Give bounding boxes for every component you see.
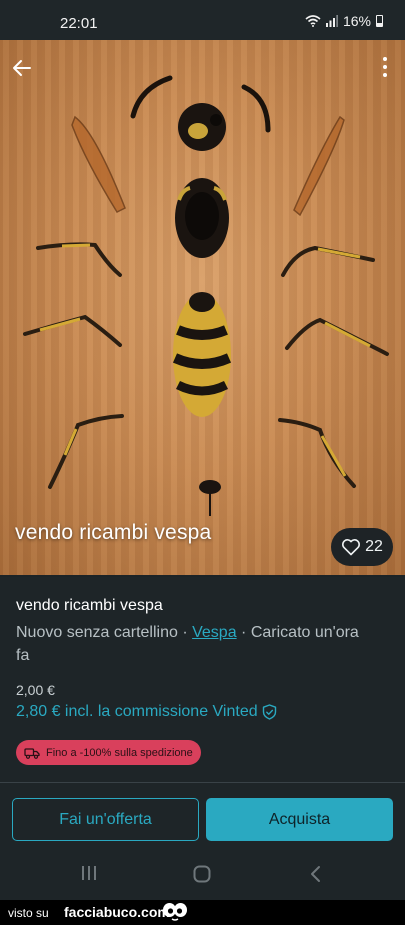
buy-button[interactable]: Acquista [206,798,393,841]
item-details: vendo ricambi vespa Nuovo senza cartelli… [0,577,405,782]
like-count: 22 [365,538,383,555]
watermark-prefix: visto su [8,906,49,920]
shield-check-icon [262,704,276,720]
price-with-fee[interactable]: 2,80 € incl. la commissione Vinted [16,703,277,721]
status-time: 22:01 [60,15,98,32]
like-button[interactable]: 22 [331,528,393,566]
price-with-fee-label: 2,80 € incl. la commissione Vinted [16,703,258,720]
wasp-parts-illustration [23,75,389,516]
battery-percent: 16% [342,13,371,29]
signal-icon [325,15,338,27]
item-meta: Nuovo senza cartellino · Vespa · Caricat… [16,621,376,667]
action-bar: Fai un'offerta Acquista [0,783,405,845]
wifi-icon [305,15,321,27]
home-icon[interactable] [193,865,211,883]
heart-icon [342,539,361,556]
more-vertical-icon [383,57,387,77]
status-bar: 22:01 16% [0,0,405,40]
back-button[interactable] [10,56,34,80]
shipping-promo-badge: Fino a -100% sulla spedizione [16,740,201,765]
brand-link[interactable]: Vespa [192,624,236,641]
item-price: 2,00 € [16,682,55,698]
photo-caption: vendo ricambi vespa [15,521,212,544]
shipping-promo-label: Fino a -100% sulla spedizione [46,746,193,759]
more-options-button[interactable] [381,55,389,79]
arrow-left-icon [13,60,31,76]
meta-separator: · [241,624,247,641]
item-title: vendo ricambi vespa [16,597,163,614]
watermark-bar: visto su facciabuco.com [0,900,405,925]
truck-icon [24,747,40,759]
watermark-eyes-icon [163,903,187,921]
recent-apps-icon[interactable] [80,865,98,881]
system-nav-bar [0,845,405,900]
watermark-site: facciabuco.com [64,904,170,920]
item-condition: Nuovo senza cartellino [16,624,178,641]
meta-separator: · [182,624,188,641]
back-nav-icon[interactable] [308,865,322,883]
status-icons: 16% [305,13,383,29]
battery-icon [376,15,383,27]
item-photo[interactable] [0,40,405,575]
make-offer-button[interactable]: Fai un'offerta [12,798,199,841]
